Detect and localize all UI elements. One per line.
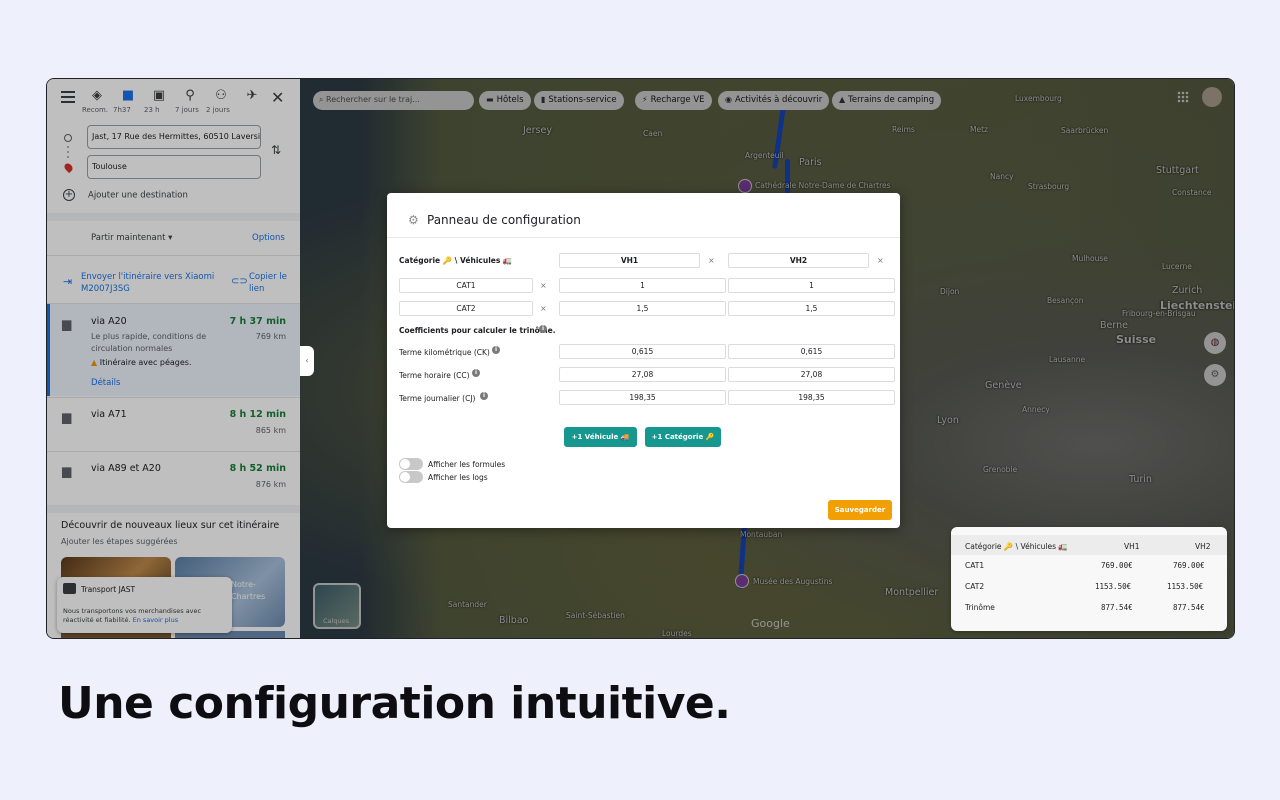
summary-vehicle-header: VH1 [1124, 542, 1140, 551]
vehicle-name-input[interactable]: VH1 [559, 253, 700, 268]
info-icon[interactable]: i [480, 392, 488, 400]
delete-category-icon[interactable]: × [540, 304, 547, 313]
coefficient-input[interactable]: 0,615 [559, 344, 726, 359]
coefficient-input[interactable]: 198,35 [559, 390, 726, 405]
summary-value: 769.00€ [1101, 561, 1133, 570]
info-icon[interactable]: i [492, 346, 500, 354]
category-name-input[interactable]: CAT2 [399, 301, 533, 316]
category-name-input[interactable]: CAT1 [399, 278, 533, 293]
chevron-left-icon: ‹ [305, 356, 309, 365]
summary-header-label: Catégorie 🔑 \ Véhicules 🚛 [965, 542, 1068, 551]
delete-vehicle-icon[interactable]: × [877, 256, 884, 265]
category-value-input[interactable]: 1,5 [559, 301, 726, 316]
add-category-button[interactable]: +1 Catégorie 🔑 [645, 427, 721, 447]
config-panel-header: ⚙ Panneau de configuration [387, 193, 900, 238]
collapse-sidebar-button[interactable]: ‹ [300, 346, 314, 376]
category-value-input[interactable]: 1 [728, 278, 895, 293]
results-summary-table: Catégorie 🔑 \ Véhicules 🚛 VH1 VH2 CAT1 7… [951, 527, 1227, 631]
coefficient-input[interactable]: 27,08 [728, 367, 895, 382]
show-logs-label: Afficher les logs [428, 473, 488, 482]
page-caption: Une configuration intuitive. [58, 678, 731, 729]
summary-value: 1153.50€ [1095, 582, 1132, 591]
matrix-header-label: Catégorie 🔑 \ Véhicules 🚛 [399, 256, 513, 265]
delete-category-icon[interactable]: × [540, 281, 547, 290]
summary-row-label: CAT1 [965, 561, 985, 570]
coefficient-input[interactable]: 0,615 [728, 344, 895, 359]
show-formulas-label: Afficher les formules [428, 460, 506, 469]
summary-row-label: Trinôme [965, 603, 995, 612]
coefficient-input[interactable]: 198,35 [728, 390, 895, 405]
summary-value: 877.54€ [1173, 603, 1205, 612]
info-icon[interactable]: i [472, 369, 480, 377]
add-vehicle-button[interactable]: +1 Véhicule 🚚 [564, 427, 637, 447]
delete-vehicle-icon[interactable]: × [708, 256, 715, 265]
category-value-input[interactable]: 1 [559, 278, 726, 293]
app-window: Jersey Caen Paris Argenteuil Reims Metz Nancy S… [46, 78, 1235, 639]
sidebar-backdrop [47, 79, 300, 638]
coefficients-title: Coefficients pour calculer le trinôme. [399, 326, 556, 335]
coefficient-label: Terme horaire (CC) [399, 371, 470, 380]
coefficient-label: Terme kilométrique (CK) [399, 348, 490, 357]
summary-value: 877.54€ [1101, 603, 1133, 612]
config-panel: ⚙ Panneau de configuration Catégorie 🔑 \… [387, 193, 900, 528]
directions-sidebar: ◈ Recom. ■ 7h37 ▣ 23 h ⚲ 7 jours ⚇ 2 jours ✈ ✕ Jas… [47, 79, 300, 638]
config-panel-title: Panneau de configuration [427, 213, 581, 227]
gear-icon: ⚙ [408, 213, 419, 227]
summary-value: 769.00€ [1173, 561, 1205, 570]
coefficient-label: Terme journalier (CJ) [399, 394, 476, 403]
show-logs-toggle[interactable] [399, 471, 423, 483]
vehicle-name-input[interactable]: VH2 [728, 253, 869, 268]
summary-vehicle-header: VH2 [1195, 542, 1211, 551]
summary-row-label: CAT2 [965, 582, 985, 591]
info-icon[interactable]: i [539, 325, 547, 333]
save-button[interactable]: Sauvegarder [828, 500, 892, 520]
coefficient-input[interactable]: 27,08 [559, 367, 726, 382]
summary-value: 1153.50€ [1167, 582, 1204, 591]
category-value-input[interactable]: 1,5 [728, 301, 895, 316]
show-formulas-toggle[interactable] [399, 458, 423, 470]
